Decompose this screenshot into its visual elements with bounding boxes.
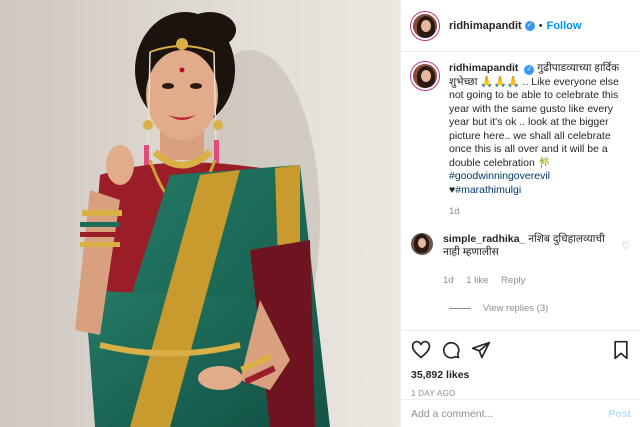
save-bookmark-icon[interactable] — [611, 340, 631, 360]
post-side-panel: ridhimapandit ✓ • Follow ridhimapandit ✓… — [400, 0, 640, 427]
share-paper-plane-icon[interactable] — [471, 340, 491, 360]
author-username[interactable]: ridhimapandit — [449, 20, 522, 32]
comment-bubble-icon[interactable] — [441, 340, 461, 360]
author-avatar[interactable] — [411, 11, 439, 40]
verified-badge-icon: ✓ — [524, 20, 535, 31]
comments-list[interactable]: ridhimapandit ✓ गुढीपाडव्याच्या हार्दिक … — [401, 52, 640, 329]
caption-timestamp[interactable]: 1d — [449, 205, 630, 219]
follow-button[interactable]: Follow — [547, 20, 582, 32]
hashtag-goodwinningoverevil[interactable]: #goodwinningoverevil — [449, 170, 550, 182]
commenter-username[interactable]: simple_radhika_ — [443, 233, 525, 245]
comment-like-count[interactable]: 1 like — [466, 275, 488, 286]
header-separator: • — [538, 19, 543, 32]
verified-badge-icon: ✓ — [524, 65, 535, 75]
woman-in-saree-image — [0, 0, 400, 427]
action-icons — [411, 339, 631, 361]
comment-timestamp[interactable]: 1d — [443, 275, 454, 286]
post-photo[interactable] — [0, 0, 400, 427]
post-timestamp[interactable]: 1 DAY AGO — [411, 389, 631, 398]
comment-like-heart-icon[interactable]: ♡ — [621, 241, 630, 252]
post-comment-button[interactable]: Post — [608, 408, 631, 420]
replies-divider — [449, 308, 471, 309]
post-header: ridhimapandit ✓ • Follow — [401, 0, 640, 52]
view-replies-button[interactable]: View replies (3) — [449, 303, 630, 314]
add-comment-bar: Add a comment... Post — [401, 399, 640, 427]
caption: ridhimapandit ✓ गुढीपाडव्याच्या हार्दिक … — [411, 62, 630, 219]
add-comment-input[interactable]: Add a comment... — [411, 408, 493, 420]
comment-meta: 1d 1 like Reply — [443, 274, 613, 288]
caption-text: गुढीपाडव्याच्या हार्दिक शुभेच्छा 🙏🙏🙏 .. … — [449, 62, 620, 169]
commenter-avatar[interactable] — [411, 232, 433, 255]
comment-body: simple_radhika_ नशिब दुधिहालव्याची नाही … — [443, 233, 613, 288]
caption-username[interactable]: ridhimapandit — [449, 62, 518, 74]
like-heart-icon[interactable] — [411, 340, 431, 360]
caption-avatar[interactable] — [411, 62, 439, 90]
caption-body: ridhimapandit ✓ गुढीपाडव्याच्या हार्दिक … — [449, 62, 630, 219]
hashtag-marathimulgi[interactable]: #marathimulgi — [455, 184, 521, 196]
instagram-post: ridhimapandit ✓ • Follow ridhimapandit ✓… — [0, 0, 640, 427]
reply-button[interactable]: Reply — [501, 275, 525, 286]
likes-count[interactable]: 35,892 likes — [411, 369, 631, 381]
post-actions: 35,892 likes 1 DAY AGO — [401, 330, 640, 398]
comment-item: simple_radhika_ नशिब दुधिहालव्याची नाही … — [411, 232, 630, 288]
view-replies-label: View replies (3) — [483, 303, 549, 314]
